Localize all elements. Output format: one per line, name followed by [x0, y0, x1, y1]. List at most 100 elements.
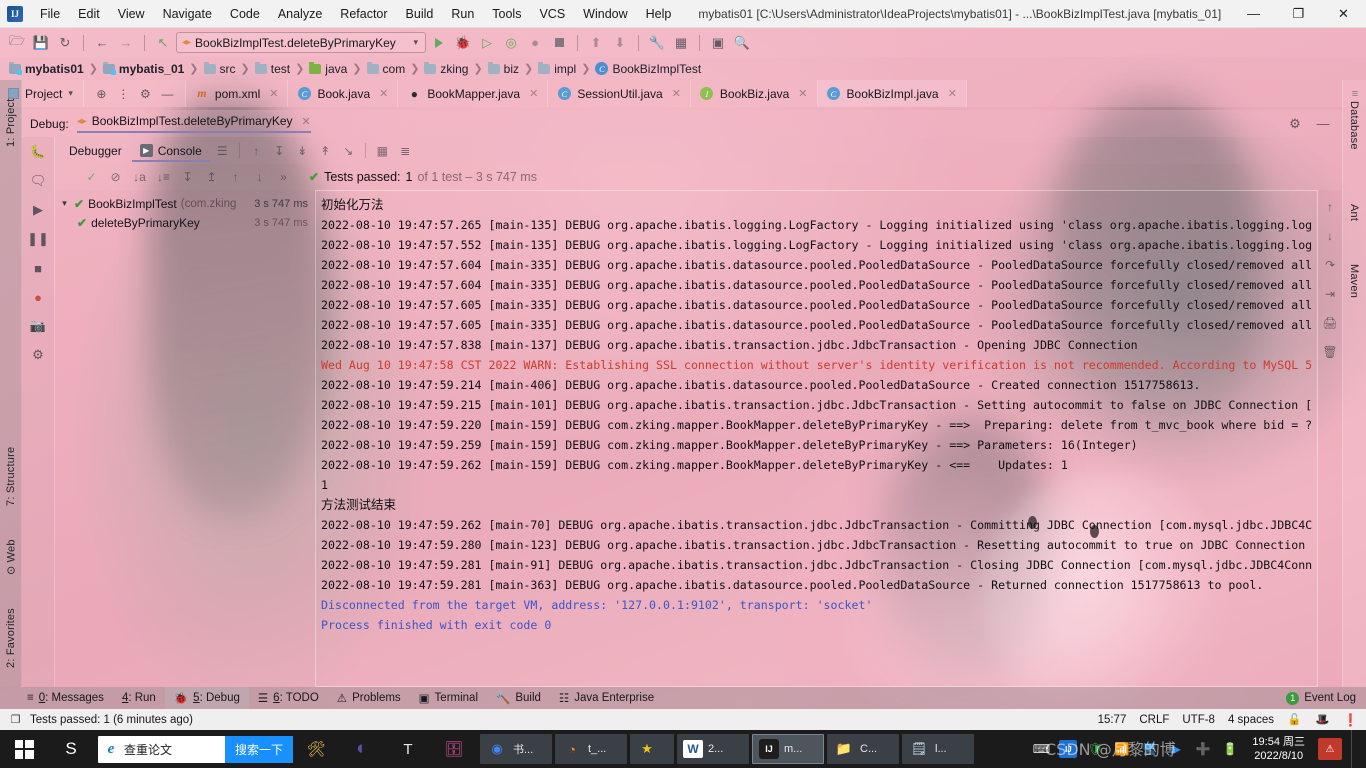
- expand-all-icon[interactable]: ↧: [177, 167, 198, 188]
- step-over-icon[interactable]: ↧: [269, 140, 290, 161]
- debug-session-tab[interactable]: ◂▸ BookBizImplTest.deleteByPrimaryKey ✕: [76, 114, 311, 133]
- build-project-icon[interactable]: ↖: [152, 32, 174, 54]
- menu-tools[interactable]: Tools: [483, 3, 530, 25]
- menu-view[interactable]: View: [109, 3, 154, 25]
- screenshot-icon[interactable]: 📷: [27, 315, 49, 337]
- collapse-all-icon[interactable]: ↥: [201, 167, 222, 188]
- mute-breakpoints-icon[interactable]: ●: [27, 286, 49, 308]
- print-icon[interactable]: 🖨: [1321, 314, 1339, 332]
- next-failed-icon[interactable]: ↓: [249, 167, 270, 188]
- close-tab-icon[interactable]: ✕: [379, 87, 388, 100]
- file-encoding[interactable]: UTF-8: [1182, 714, 1215, 726]
- test-tree-row-method[interactable]: ✔ deleteByPrimaryKey 3 s 747 ms: [55, 213, 314, 232]
- sync-icon[interactable]: ↻: [54, 32, 76, 54]
- monitor-icon[interactable]: 🖥: [1140, 740, 1158, 758]
- event-log-button[interactable]: 1 Event Log: [1286, 691, 1366, 705]
- stop-button[interactable]: [548, 32, 570, 54]
- navigate-back-icon[interactable]: ←: [91, 32, 113, 54]
- tool-window-run[interactable]: 4: Run: [113, 687, 165, 709]
- keyboard-icon[interactable]: ⌨: [1032, 740, 1050, 758]
- tool-window-java-enterprise[interactable]: ☷ Java Enterprise: [550, 687, 663, 709]
- close-tab-icon[interactable]: ✕: [672, 87, 681, 100]
- menu-file[interactable]: File: [31, 3, 69, 25]
- search-button[interactable]: 搜索一下: [224, 735, 293, 763]
- show-desktop-button[interactable]: [1351, 730, 1358, 768]
- close-tab-icon[interactable]: ✕: [269, 87, 278, 100]
- taskbar-window-idea[interactable]: IJ m...: [752, 734, 824, 764]
- breadcrumb-item-java[interactable]: java: [306, 61, 350, 76]
- breadcrumb-item-zking[interactable]: zking: [421, 61, 471, 76]
- minimize-button[interactable]: —: [1231, 0, 1276, 28]
- close-tab-icon[interactable]: ✕: [948, 87, 957, 100]
- previous-failed-icon[interactable]: ↑: [225, 167, 246, 188]
- menu-vcs[interactable]: VCS: [530, 3, 574, 25]
- tool-window-messages[interactable]: ≡ 0: Messages: [18, 687, 113, 709]
- menu-analyze[interactable]: Analyze: [269, 3, 331, 25]
- tool-window-button-database[interactable]: Database: [1343, 86, 1365, 164]
- editor-tab-bookbizimpl-java[interactable]: C BookBizImpl.java ✕: [817, 80, 967, 107]
- clear-console-icon[interactable]: 🗑: [1321, 343, 1339, 361]
- update-app-icon[interactable]: ⬇: [609, 32, 631, 54]
- hide-debug-panel-icon[interactable]: —: [1312, 113, 1334, 135]
- caret-position[interactable]: 15:77: [1098, 714, 1127, 726]
- tab-debugger[interactable]: Debugger: [61, 140, 130, 162]
- network-icon[interactable]: 📶: [1113, 740, 1131, 758]
- menu-build[interactable]: Build: [397, 3, 443, 25]
- menu-refactor[interactable]: Refactor: [331, 3, 396, 25]
- expand-arrow-icon[interactable]: ▾: [59, 198, 70, 209]
- breadcrumb-item-com[interactable]: com: [364, 61, 409, 76]
- close-tab-icon[interactable]: ✕: [798, 87, 807, 100]
- breadcrumb-item-mybatis_01[interactable]: mybatis_01: [100, 61, 187, 76]
- debug-settings-icon[interactable]: ⚙: [1284, 113, 1306, 135]
- editor-tab-sessionutil-java[interactable]: C SessionUtil.java ✕: [548, 80, 691, 107]
- soft-wrap-icon[interactable]: ↷: [1321, 256, 1339, 274]
- taskbar-clock[interactable]: 19:54 周三 2022/8/10: [1248, 735, 1309, 763]
- menu-code[interactable]: Code: [221, 3, 269, 25]
- close-session-icon[interactable]: ✕: [302, 115, 311, 128]
- stop-session-icon[interactable]: ■: [27, 257, 49, 279]
- close-tab-icon[interactable]: ✕: [529, 87, 538, 100]
- tool-window-problems[interactable]: ⚠ Problems: [328, 687, 410, 709]
- scroll-down-icon[interactable]: ↓: [1321, 227, 1339, 245]
- sort-alphabetically-icon[interactable]: ↓a: [129, 167, 150, 188]
- breadcrumb-item-biz[interactable]: biz: [485, 61, 522, 76]
- search-everywhere-icon[interactable]: 🔍: [731, 32, 753, 54]
- lock-icon[interactable]: 🔓: [1287, 712, 1302, 727]
- show-ignored-icon[interactable]: ⊘: [105, 167, 126, 188]
- taskbar-window-notepad[interactable]: 🗒 l...: [902, 734, 974, 764]
- show-passed-icon[interactable]: ✓: [81, 167, 102, 188]
- tool-window-build[interactable]: 🔨 Build: [487, 687, 550, 709]
- notification-badge[interactable]: ⚠: [1318, 738, 1342, 760]
- open-project-icon[interactable]: 🗁: [6, 32, 28, 54]
- resume-program-icon[interactable]: ▶: [27, 199, 49, 221]
- editor-tab-bookmapper-java[interactable]: ● BookMapper.java ✕: [398, 80, 549, 107]
- menu-navigate[interactable]: Navigate: [154, 3, 221, 25]
- settings-icon[interactable]: 🔧: [646, 32, 668, 54]
- breadcrumb-item-mybatis01[interactable]: mybatis01: [6, 61, 87, 76]
- tool-window-button-maven[interactable]: Maven: [1343, 250, 1365, 312]
- breadcrumb-item-test[interactable]: test: [252, 61, 293, 76]
- navigate-forward-icon[interactable]: →: [115, 32, 137, 54]
- battery-icon[interactable]: 🔋: [1221, 740, 1239, 758]
- pinned-typora-icon[interactable]: T: [385, 730, 431, 768]
- close-button[interactable]: ✕: [1321, 0, 1366, 28]
- run-configuration-selector[interactable]: ◂▸ BookBizImplTest.deleteByPrimaryKey ▾: [176, 32, 426, 53]
- project-structure-icon[interactable]: ▦: [670, 32, 692, 54]
- tool-window-debug[interactable]: 🐞 5: Debug: [164, 687, 249, 709]
- settings-gear-icon[interactable]: ≣: [395, 140, 416, 161]
- taskbar-window-word[interactable]: W 2...: [677, 734, 749, 764]
- run-to-cursor-icon[interactable]: ↘: [338, 140, 359, 161]
- taskbar-search-box[interactable]: e 查重论文 搜索一下: [98, 735, 293, 763]
- profile-button[interactable]: ◎: [500, 32, 522, 54]
- pinned-eclipse-icon[interactable]: ◐: [339, 730, 385, 768]
- evaluate-expression-icon[interactable]: ▦: [372, 140, 393, 161]
- start-button[interactable]: [0, 730, 48, 768]
- tool-window-button-favorites[interactable]: 2: Favorites: [0, 592, 22, 684]
- tab-console[interactable]: ▶ Console: [131, 140, 210, 162]
- run-with-coverage-button[interactable]: ▷: [476, 32, 498, 54]
- hide-panel-icon[interactable]: —: [158, 84, 177, 103]
- tool-window-todo[interactable]: ☰ 6: TODO: [249, 687, 328, 709]
- locate-file-icon[interactable]: ⊕: [92, 84, 111, 103]
- scroll-to-end-icon[interactable]: ⇥: [1321, 285, 1339, 303]
- editor-tab-pom-xml[interactable]: m pom.xml ✕: [185, 80, 289, 107]
